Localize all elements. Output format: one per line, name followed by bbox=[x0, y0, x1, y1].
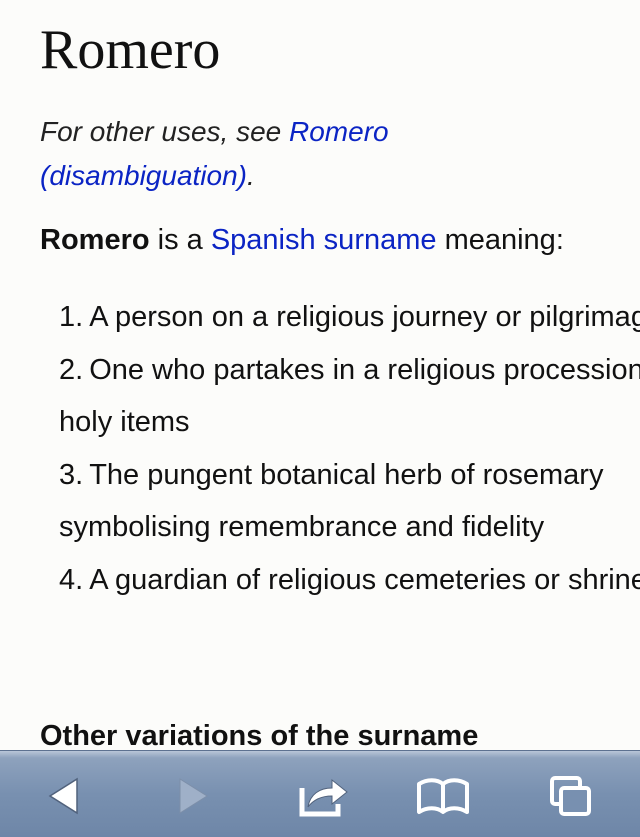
tabs-icon bbox=[550, 776, 591, 816]
list-item-text: A guardian of religious cemeteries or sh… bbox=[89, 563, 640, 596]
hatnote-prefix: For other uses, see bbox=[40, 116, 290, 147]
meanings-list: 1. A person on a religious journey or pil… bbox=[59, 291, 640, 606]
list-item-number: 4. bbox=[59, 563, 84, 596]
list-item-number: 1. bbox=[59, 301, 84, 333]
bookmarks-icon bbox=[417, 778, 469, 814]
back-button[interactable] bbox=[36, 771, 92, 821]
intro-bold-term: Romero bbox=[40, 224, 150, 256]
list-item-text-line1: The pungent botanical herb of rosemary bbox=[89, 458, 604, 491]
list-item-text: The pungent botanical herb of rosemary sy… bbox=[59, 459, 603, 544]
list-item: 4. A guardian of religious cemeteries or … bbox=[59, 554, 640, 607]
list-item-text: One who partakes in a religious processi… bbox=[59, 353, 640, 439]
share-icon bbox=[299, 778, 348, 817]
spanish-surname-link[interactable]: Spanish surname bbox=[211, 224, 437, 256]
share-button[interactable] bbox=[296, 771, 352, 821]
intro-paragraph: Romero is a Spanish surname meaning: bbox=[40, 218, 564, 262]
bookmarks-button[interactable] bbox=[415, 771, 471, 821]
list-item-text: A person on a religious journey or pilgr… bbox=[89, 301, 640, 333]
intro-text: is a bbox=[149, 224, 211, 256]
hatnote-suffix: . bbox=[247, 160, 255, 191]
article-content: Romero For other uses, see Romero (disam… bbox=[0, 0, 640, 750]
list-item-number: 2. bbox=[59, 353, 84, 386]
list-item: 1. A person on a religious journey or pil… bbox=[59, 291, 640, 344]
page-title: Romero bbox=[40, 19, 221, 81]
forward-button[interactable] bbox=[165, 771, 221, 821]
list-item-text-line2: symbolising remembrance and fidelity bbox=[59, 511, 545, 543]
forward-arrow-icon bbox=[179, 778, 208, 814]
intro-suffix: meaning: bbox=[436, 224, 564, 256]
list-item-number: 3. bbox=[59, 458, 84, 491]
back-arrow-icon bbox=[48, 777, 78, 815]
list-item: 2. One who partakes in a religious proces… bbox=[59, 344, 640, 449]
tabs-button[interactable] bbox=[543, 771, 599, 821]
section-heading: Other variations of the surname bbox=[40, 720, 479, 750]
list-item: 3. The pungent botanical herb of rosemary… bbox=[59, 449, 640, 554]
browser-toolbar bbox=[0, 750, 640, 837]
hatnote: For other uses, see Romero (disambiguati… bbox=[40, 110, 600, 198]
